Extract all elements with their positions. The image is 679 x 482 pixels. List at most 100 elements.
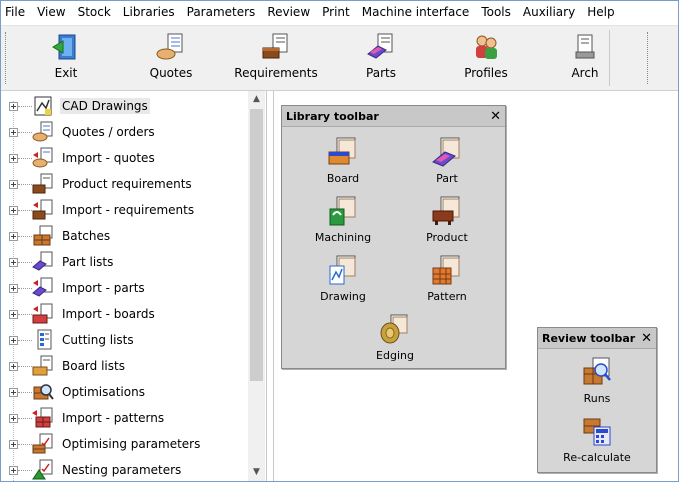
expand-icon[interactable]: [9, 284, 18, 293]
recalculate-icon: [583, 418, 611, 446]
part-label: Part: [436, 172, 458, 185]
menu-bar: File View Stock Libraries Parameters Rev…: [1, 1, 678, 23]
library-toolbar-titlebar[interactable]: Library toolbar ✕: [282, 106, 505, 127]
expand-icon[interactable]: [9, 466, 18, 475]
tree-item-import-boards[interactable]: Import - boards: [1, 301, 249, 327]
scroll-up-arrow-icon[interactable]: ▲: [248, 91, 265, 108]
expand-icon[interactable]: [9, 102, 18, 111]
requirements-button[interactable]: Requirements: [234, 32, 318, 86]
expand-icon[interactable]: [9, 258, 18, 267]
tree-item-optimising-parameters[interactable]: Optimising parameters: [1, 431, 249, 457]
tree-connector: [18, 158, 32, 159]
part-library-button[interactable]: Part: [397, 136, 497, 192]
expand-icon[interactable]: [9, 310, 18, 319]
cutting-lists-icon: [37, 329, 52, 350]
tree-connector: [18, 184, 32, 185]
expand-icon[interactable]: [9, 362, 18, 371]
part-library-icon: [432, 137, 460, 167]
menu-review[interactable]: Review: [261, 1, 316, 23]
tree-connector: [18, 236, 32, 237]
runs-label: Runs: [583, 392, 611, 405]
product-library-button[interactable]: Product: [397, 195, 497, 251]
menu-machine-interface[interactable]: Machine interface: [356, 1, 476, 23]
menu-print[interactable]: Print: [316, 1, 356, 23]
runs-button[interactable]: Runs: [547, 356, 647, 412]
expand-icon[interactable]: [9, 206, 18, 215]
edging-library-button[interactable]: Edging: [345, 313, 445, 369]
scroll-thumb[interactable]: [250, 109, 263, 381]
board-library-button[interactable]: Board: [293, 136, 393, 192]
tree-item-import-parts[interactable]: Import - parts: [1, 275, 249, 301]
menu-parameters[interactable]: Parameters: [181, 1, 262, 23]
parts-button[interactable]: Parts: [340, 32, 422, 86]
tree-item-quotes-orders[interactable]: Quotes / orders: [1, 119, 249, 145]
tree-scrollbar[interactable]: ▲ ▼: [248, 91, 265, 481]
toolbar-grip[interactable]: [5, 32, 8, 84]
tree-item-import-requirements[interactable]: Import - requirements: [1, 197, 249, 223]
recalculate-button[interactable]: Re-calculate: [547, 415, 647, 471]
review-toolbar-titlebar[interactable]: Review toolbar ✕: [538, 328, 656, 349]
expand-icon[interactable]: [9, 154, 18, 163]
board-lists-icon: [32, 355, 53, 376]
quotes-button[interactable]: Quotes: [130, 32, 212, 86]
tree-item-cutting-lists[interactable]: Cutting lists: [1, 327, 249, 353]
expand-icon[interactable]: [9, 128, 18, 137]
menu-auxiliary[interactable]: Auxiliary: [517, 1, 581, 23]
tree-item-batches[interactable]: Batches: [1, 223, 249, 249]
arch-label: Arch: [571, 66, 599, 80]
tree-connector: [18, 106, 32, 107]
tree-item-label: Import - parts: [62, 281, 145, 295]
quotes-icon: [32, 121, 53, 142]
tree-item-label: Product requirements: [62, 177, 192, 191]
tree-item-label: Optimising parameters: [62, 437, 201, 451]
menu-stock[interactable]: Stock: [72, 1, 117, 23]
profiles-button[interactable]: Profiles: [445, 32, 527, 86]
board-library-icon: [328, 137, 356, 165]
pattern-library-icon: [432, 255, 460, 285]
tree-item-label: Import - boards: [62, 307, 155, 321]
tree-item-import-quotes[interactable]: Import - quotes: [1, 145, 249, 171]
tree-item-label: Import - quotes: [62, 151, 155, 165]
tree-item-nesting-parameters[interactable]: Nesting parameters: [1, 457, 249, 481]
machining-library-button[interactable]: Machining: [293, 195, 393, 251]
menu-file[interactable]: File: [1, 1, 31, 23]
tree-item-import-patterns[interactable]: Import - patterns: [1, 405, 249, 431]
menu-libraries[interactable]: Libraries: [117, 1, 181, 23]
tree-item-part-lists[interactable]: Part lists: [1, 249, 249, 275]
toolbar-grip-2[interactable]: [647, 32, 650, 84]
tree-connector: [18, 340, 32, 341]
pattern-library-button[interactable]: Pattern: [397, 254, 497, 310]
tree-item-optimisations[interactable]: Optimisations: [1, 379, 249, 405]
exit-button[interactable]: Exit: [25, 32, 107, 86]
parts-icon: [367, 33, 393, 59]
menu-help[interactable]: Help: [581, 1, 620, 23]
expand-icon[interactable]: [9, 388, 18, 397]
drawing-library-button[interactable]: Drawing: [293, 254, 393, 310]
expand-icon[interactable]: [9, 180, 18, 189]
expand-icon[interactable]: [9, 232, 18, 241]
tree-connector: [18, 392, 32, 393]
archive-icon: [575, 34, 595, 59]
drawing-library-icon: [329, 255, 356, 285]
expand-icon[interactable]: [9, 440, 18, 449]
scroll-down-arrow-icon[interactable]: ▼: [248, 464, 265, 481]
optimisations-icon: [33, 384, 54, 400]
close-icon[interactable]: ✕: [641, 331, 652, 346]
machining-label: Machining: [314, 231, 372, 244]
tree-connector: [18, 288, 32, 289]
tree-item-product-requirements[interactable]: Product requirements: [1, 171, 249, 197]
expand-icon[interactable]: [9, 336, 18, 345]
tree-item-cad-drawings[interactable]: CAD Drawings: [1, 93, 249, 119]
menu-view[interactable]: View: [31, 1, 71, 23]
arch-button[interactable]: Arch: [544, 32, 626, 86]
expand-icon[interactable]: [9, 414, 18, 423]
import-parts-icon: [32, 277, 53, 297]
runs-icon: [583, 357, 611, 385]
profiles-people-icon: [476, 35, 497, 59]
machining-library-icon: [329, 196, 356, 226]
menu-tools[interactable]: Tools: [475, 1, 517, 23]
tree-item-label: Nesting parameters: [62, 463, 182, 477]
close-icon[interactable]: ✕: [490, 109, 501, 124]
tree-item-board-lists[interactable]: Board lists: [1, 353, 249, 379]
nesting-parameters-icon: [32, 459, 53, 480]
